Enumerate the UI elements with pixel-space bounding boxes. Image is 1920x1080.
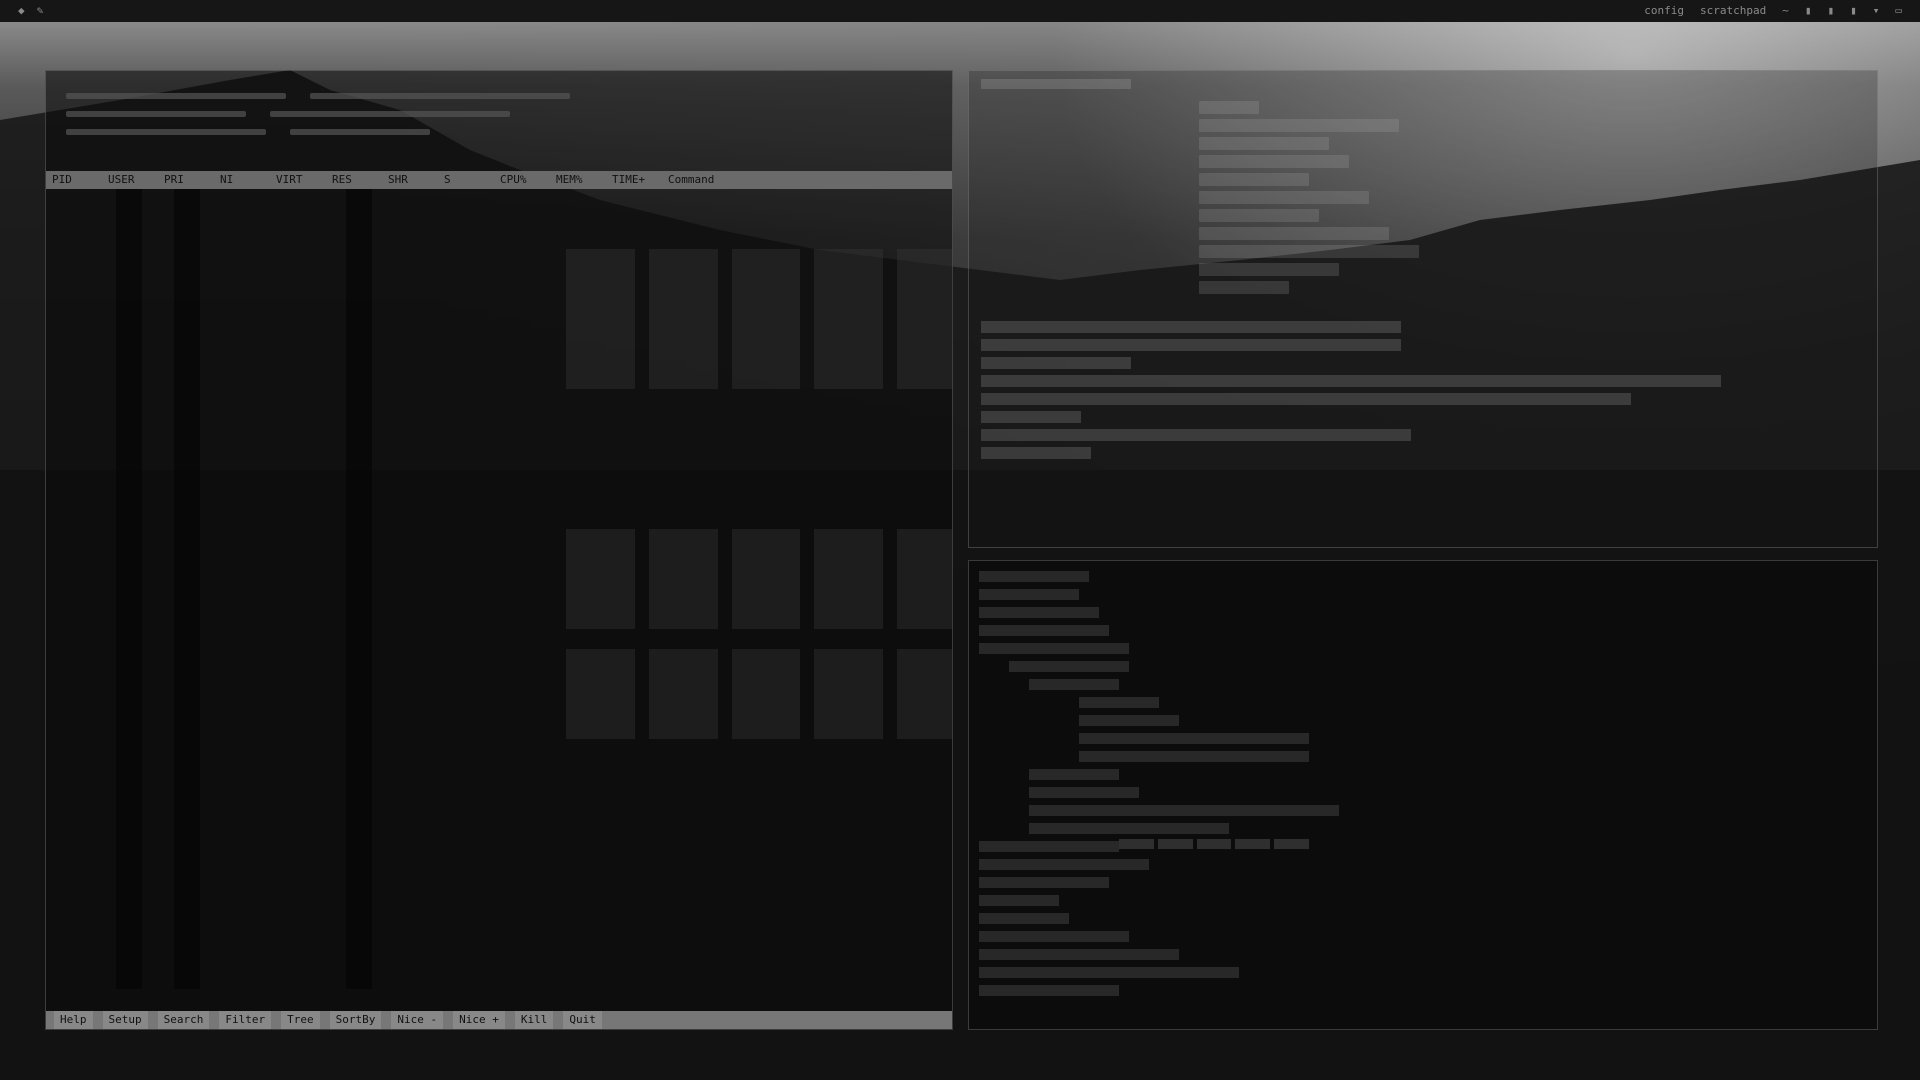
log-output: [979, 571, 1867, 1003]
status-item-1: config: [1644, 4, 1685, 17]
log-terminal-window[interactable]: [968, 560, 1878, 1030]
system-info-lines: [1199, 101, 1459, 299]
col-virt[interactable]: VIRT: [276, 171, 332, 189]
battery-icon: ▭: [1895, 4, 1902, 17]
col-s[interactable]: S: [444, 171, 500, 189]
edit-icon[interactable]: ✎: [37, 0, 44, 22]
col-res[interactable]: RES: [332, 171, 388, 189]
col-command[interactable]: Command: [668, 171, 714, 189]
column-shade: [174, 189, 200, 989]
cpu-icon: ▮: [1804, 4, 1812, 17]
f1-help-key[interactable]: Help: [54, 1011, 93, 1029]
app-icon[interactable]: ◆: [18, 0, 25, 22]
col-shr[interactable]: SHR: [388, 171, 444, 189]
column-shade: [346, 189, 372, 989]
htop-process-list[interactable]: [46, 189, 952, 989]
f2-setup-key[interactable]: Setup: [102, 1011, 148, 1029]
neofetch-terminal-window[interactable]: [968, 70, 1878, 548]
memory-icon: ▮: [1827, 4, 1835, 17]
f8-nice-plus-key[interactable]: Nice +: [453, 1011, 505, 1029]
col-time[interactable]: TIME+: [612, 171, 668, 189]
f9-kill-key[interactable]: Kill: [514, 1011, 554, 1029]
f4-filter-key[interactable]: Filter: [219, 1011, 272, 1029]
col-ni[interactable]: NI: [220, 171, 276, 189]
status-item-2: scratchpad: [1700, 4, 1767, 17]
htop-terminal-window[interactable]: PID USER PRI NI VIRT RES SHR S CPU% MEM%…: [45, 70, 953, 1030]
top-status-bar: ◆ ✎ config scratchpad ~ ▮ ▮ ▮ ▾ ▭: [0, 0, 1920, 22]
col-user[interactable]: USER: [108, 171, 164, 189]
f5-tree-key[interactable]: Tree: [281, 1011, 320, 1029]
wifi-icon: ▾: [1872, 4, 1880, 17]
highlighted-values: [1119, 839, 1309, 867]
process-text-block: [566, 529, 952, 629]
process-text-block: [566, 649, 952, 739]
htop-meters: [46, 71, 952, 171]
disk-icon: ▮: [1850, 4, 1857, 17]
col-pid[interactable]: PID: [52, 171, 108, 189]
status-item-3: ~: [1782, 4, 1789, 17]
col-mem[interactable]: MEM%: [556, 171, 612, 189]
f3-search-key[interactable]: Search: [157, 1011, 210, 1029]
column-shade: [116, 189, 142, 989]
col-cpu[interactable]: CPU%: [500, 171, 556, 189]
f7-nice-minus-key[interactable]: Nice -: [391, 1011, 444, 1029]
col-pri[interactable]: PRI: [164, 171, 220, 189]
htop-column-header: PID USER PRI NI VIRT RES SHR S CPU% MEM%…: [46, 171, 952, 189]
htop-function-keys: Help Setup Search Filter Tree SortBy Nic…: [46, 1011, 952, 1029]
terminal-output: [981, 321, 1865, 465]
terminal-prompt-line: [981, 79, 1131, 89]
f10-quit-key[interactable]: Quit: [563, 1011, 602, 1029]
process-text-block: [566, 249, 952, 389]
f6-sortby-key[interactable]: SortBy: [329, 1011, 382, 1029]
